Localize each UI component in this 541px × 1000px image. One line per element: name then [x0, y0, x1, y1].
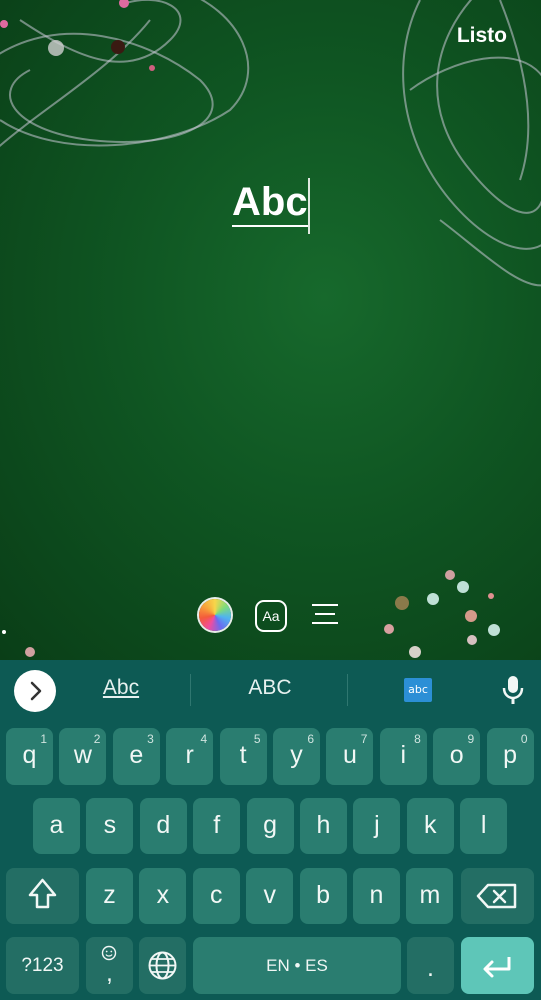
- key-w[interactable]: w2: [59, 728, 107, 785]
- chevron-right-icon: [30, 681, 42, 701]
- key-i[interactable]: i8: [379, 728, 427, 785]
- font-style-button[interactable]: Aa: [255, 600, 287, 632]
- key-c[interactable]: c: [192, 868, 240, 924]
- enter-key[interactable]: [461, 937, 534, 994]
- key-y[interactable]: y6: [273, 728, 320, 785]
- key-u[interactable]: u7: [326, 728, 374, 785]
- key-s[interactable]: s: [86, 798, 134, 854]
- emoji-comma-key[interactable]: ,: [86, 937, 133, 994]
- key-label: k: [424, 811, 437, 839]
- key-label: a: [49, 811, 64, 839]
- key-j[interactable]: j: [353, 798, 401, 854]
- key-a[interactable]: a: [33, 798, 80, 854]
- shift-icon: [28, 878, 57, 909]
- key-n[interactable]: n: [353, 868, 400, 924]
- color-picker-button[interactable]: [199, 599, 231, 631]
- key-p[interactable]: p0: [486, 728, 534, 785]
- sticker-suggestion[interactable]: abc: [404, 678, 432, 702]
- key-hint: 7: [360, 732, 368, 746]
- key-b[interactable]: b: [299, 868, 347, 924]
- key-label: g: [263, 811, 278, 839]
- key-hint: 0: [520, 732, 528, 746]
- key-hint: 8: [414, 732, 421, 746]
- key-label: j: [374, 811, 380, 839]
- key-label: n: [369, 881, 384, 909]
- story-canvas[interactable]: Listo Abc Aa: [0, 0, 541, 660]
- story-text-input[interactable]: Abc: [232, 180, 308, 227]
- space-key[interactable]: EN • ES: [193, 937, 401, 994]
- key-hint: 2: [93, 732, 101, 746]
- key-z[interactable]: z: [86, 868, 133, 924]
- key-label: m: [419, 881, 441, 909]
- key-m[interactable]: m: [406, 868, 454, 924]
- done-button[interactable]: Listo: [457, 24, 507, 48]
- key-label: c: [210, 881, 223, 909]
- key-d[interactable]: d: [139, 798, 187, 854]
- suggestion-2[interactable]: ABC: [205, 676, 335, 706]
- key-r[interactable]: r4: [166, 728, 214, 785]
- key-x[interactable]: x: [139, 868, 187, 924]
- key-k[interactable]: k: [406, 798, 454, 854]
- key-label: f: [213, 811, 221, 839]
- language-key[interactable]: [139, 937, 186, 994]
- backspace-key[interactable]: [461, 868, 534, 924]
- key-hint: 3: [147, 732, 154, 746]
- shift-key[interactable]: [6, 868, 79, 924]
- key-label: h: [316, 811, 331, 839]
- text-align-button[interactable]: [310, 601, 340, 629]
- key-g[interactable]: g: [246, 798, 294, 854]
- symbols-key[interactable]: ?123: [6, 937, 79, 994]
- key-label: b: [316, 881, 331, 909]
- key-e[interactable]: e3: [112, 728, 160, 785]
- key-label: d: [156, 811, 171, 839]
- backspace-icon: [476, 883, 517, 909]
- key-hint: 9: [467, 732, 475, 746]
- divider: [190, 674, 191, 706]
- globe-icon: [148, 951, 177, 980]
- text-cursor: [308, 178, 310, 234]
- key-q[interactable]: q1: [6, 728, 53, 785]
- key-v[interactable]: v: [246, 868, 294, 924]
- suggestion-bar: Abc ABC abc: [0, 660, 541, 722]
- key-f[interactable]: f: [193, 798, 241, 854]
- key-label: l: [480, 811, 487, 839]
- key-label: v: [263, 881, 276, 909]
- key-h[interactable]: h: [300, 798, 347, 854]
- key-hint: 5: [253, 732, 261, 746]
- key-label: z: [103, 881, 116, 909]
- key-t[interactable]: t5: [219, 728, 267, 785]
- key-l[interactable]: l: [460, 798, 508, 854]
- key-hint: 1: [40, 732, 47, 746]
- period-key[interactable]: .: [407, 937, 454, 994]
- key-label: s: [103, 811, 117, 839]
- enter-icon: [483, 957, 511, 978]
- microphone-icon[interactable]: [500, 674, 526, 706]
- key-hint: 4: [200, 732, 208, 746]
- key-o[interactable]: o9: [433, 728, 481, 785]
- expand-toolbar-button[interactable]: [14, 670, 56, 712]
- keyboard: Abc ABC abc ?123 , EN • ES . q 1 w 2 e 3…: [0, 660, 541, 1000]
- doodle-drawing: [0, 0, 541, 658]
- key-hint: 6: [307, 732, 314, 746]
- divider: [347, 674, 348, 706]
- suggestion-1[interactable]: Abc: [80, 676, 162, 706]
- key-label: x: [156, 881, 170, 909]
